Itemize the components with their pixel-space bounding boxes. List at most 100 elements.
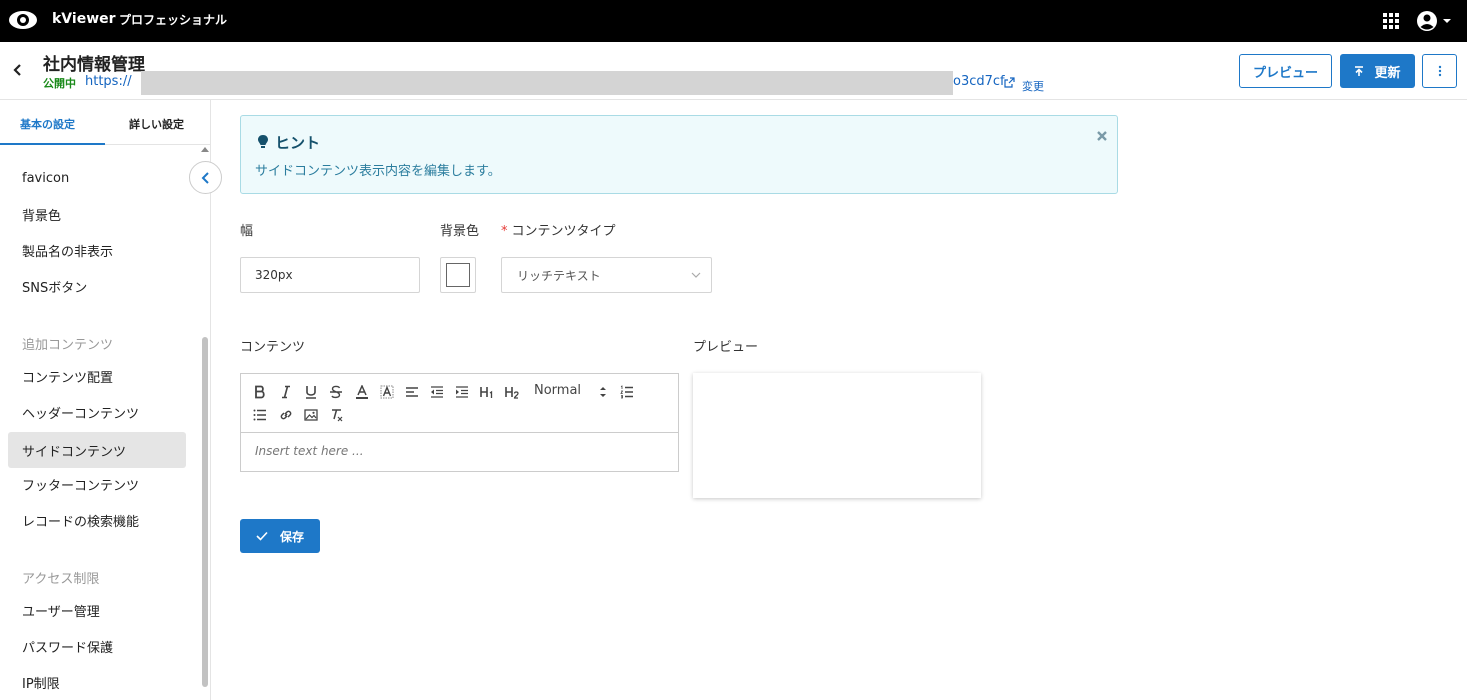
font-color-button[interactable] [352, 382, 372, 402]
clear-format-button[interactable] [327, 405, 347, 425]
bold-button[interactable] [250, 382, 270, 402]
heading2-icon [505, 387, 519, 399]
page-header: 社内情報管理 公開中 https:// o3cd7cf 変更 プレビュー 更新 [0, 42, 1467, 100]
content-label: コンテンツ [240, 340, 306, 355]
hint-text: サイドコンテンツ表示内容を編集します。 [255, 164, 501, 179]
image-button[interactable] [301, 405, 321, 425]
public-url-suffix[interactable]: o3cd7cf [953, 74, 1005, 89]
required-asterisk: * [501, 224, 508, 239]
back-arrow-icon[interactable] [10, 62, 26, 78]
heading1-button[interactable] [477, 382, 497, 402]
preview-button[interactable]: プレビュー [1239, 54, 1332, 88]
external-link-icon[interactable] [1004, 77, 1015, 88]
settings-sidebar: 基本の設定 詳しい設定 favicon 背景色 製品名の非表示 SNSボタン 追… [0, 100, 211, 700]
strikethrough-button[interactable] [326, 382, 346, 402]
sidebar-item-header-content[interactable]: ヘッダーコンテンツ [8, 394, 186, 430]
link-icon [280, 410, 292, 420]
underline-icon [306, 386, 316, 399]
hint-panel: ヒント サイドコンテンツ表示内容を編集します。 [240, 115, 1118, 194]
grid-apps-icon[interactable] [1383, 13, 1399, 29]
italic-button[interactable] [276, 382, 296, 402]
color-swatch [446, 263, 470, 287]
sidebar-item-favicon[interactable]: favicon [8, 160, 186, 196]
text-format-select[interactable]: Normal [534, 383, 581, 398]
status-badge: 公開中 [43, 77, 76, 90]
public-url-link[interactable]: https:// [85, 74, 132, 89]
bold-icon [255, 385, 265, 399]
publish-upload-icon [1355, 65, 1364, 76]
highlight-color-icon [380, 385, 394, 399]
sidebar-nav-list: favicon 背景色 製品名の非表示 SNSボタン 追加コンテンツ コンテンツ… [0, 145, 200, 700]
indent-button[interactable] [452, 382, 472, 402]
save-button-label: 保存 [279, 529, 304, 544]
ordered-list-button[interactable] [617, 382, 637, 402]
width-input[interactable]: 320px [240, 257, 420, 293]
ordered-list-icon [620, 385, 633, 399]
sidebar-scroll-thumb[interactable] [202, 337, 208, 687]
indent-icon [456, 386, 468, 398]
save-button[interactable]: 保存 [240, 519, 320, 553]
sidebar-item-sns-buttons[interactable]: SNSボタン [8, 268, 186, 304]
heading1-icon [480, 387, 493, 398]
sidebar-item-side-content[interactable]: サイドコンテンツ [8, 432, 186, 468]
sidebar-item-user-management[interactable]: ユーザー管理 [8, 592, 186, 628]
update-button[interactable]: 更新 [1340, 54, 1415, 88]
sidebar-item-record-search[interactable]: レコードの検索機能 [8, 502, 186, 538]
heading2-button[interactable] [502, 382, 522, 402]
sidebar-item-background-color[interactable]: 背景色 [8, 196, 186, 232]
sidebar-item-password-protection[interactable]: パスワード保護 [8, 628, 186, 664]
section-access-control: アクセス制限 [22, 572, 100, 587]
content-type-select[interactable]: リッチテキスト [501, 257, 712, 293]
change-url-link[interactable]: 変更 [1022, 78, 1044, 94]
content-type-selected-value: リッチテキスト [517, 268, 601, 283]
sidebar-item-ip-restriction[interactable]: IP制限 [8, 664, 186, 700]
editor-toolbar: Normal [241, 374, 678, 433]
background-color-button[interactable] [377, 382, 397, 402]
preview-label: プレビュー [693, 340, 759, 355]
chevron-left-icon [201, 171, 209, 184]
underline-button[interactable] [301, 382, 321, 402]
sidebar-tabs: 基本の設定 詳しい設定 [0, 100, 210, 145]
editor-content-area[interactable]: Insert text here ... [255, 444, 364, 458]
outdent-icon [431, 386, 443, 398]
rich-text-editor: Normal Insert text here ... [240, 373, 679, 472]
lightbulb-icon [258, 135, 268, 148]
close-icon[interactable] [1096, 130, 1108, 142]
outdent-button[interactable] [427, 382, 447, 402]
sidebar-item-hide-product-name[interactable]: 製品名の非表示 [8, 232, 186, 268]
width-label: 幅 [240, 224, 254, 239]
strikethrough-icon [330, 385, 342, 399]
sidebar-item-content-layout[interactable]: コンテンツ配置 [8, 358, 186, 394]
content-type-label: * コンテンツタイプ [501, 220, 616, 239]
eye-logo-icon [9, 11, 37, 29]
url-redacted-mask [141, 71, 953, 95]
hint-title: ヒント [275, 134, 321, 152]
top-bar: kViewer プロフェッショナル [0, 0, 1467, 42]
update-button-label: 更新 [1374, 65, 1401, 81]
link-button[interactable] [276, 405, 296, 425]
more-options-button[interactable] [1422, 54, 1457, 88]
italic-icon [282, 385, 290, 399]
select-updown-icon[interactable] [599, 385, 607, 399]
background-color-picker[interactable] [440, 257, 476, 293]
bullet-list-icon [253, 409, 266, 421]
bullet-list-button[interactable] [250, 405, 270, 425]
more-vertical-icon [1438, 65, 1441, 77]
content-type-label-text: コンテンツタイプ [511, 224, 616, 239]
collapse-sidebar-button[interactable] [189, 161, 222, 194]
page-title: 社内情報管理 [43, 55, 145, 75]
edition-label: プロフェッショナル [119, 13, 228, 27]
check-icon [256, 531, 268, 541]
tab-detailed-settings[interactable]: 詳しい設定 [129, 116, 184, 132]
align-button[interactable] [402, 382, 422, 402]
background-color-label: 背景色 [440, 224, 480, 239]
content-preview-box [693, 373, 981, 498]
account-circle-icon[interactable] [1416, 10, 1452, 32]
clear-format-icon [332, 409, 343, 422]
sidebar-item-footer-content[interactable]: フッターコンテンツ [8, 466, 186, 502]
tab-basic-settings[interactable]: 基本の設定 [20, 116, 75, 132]
align-left-icon [406, 387, 418, 397]
chevron-down-icon [691, 272, 701, 278]
scroll-up-arrow-icon[interactable] [201, 146, 209, 152]
image-icon [304, 409, 318, 421]
